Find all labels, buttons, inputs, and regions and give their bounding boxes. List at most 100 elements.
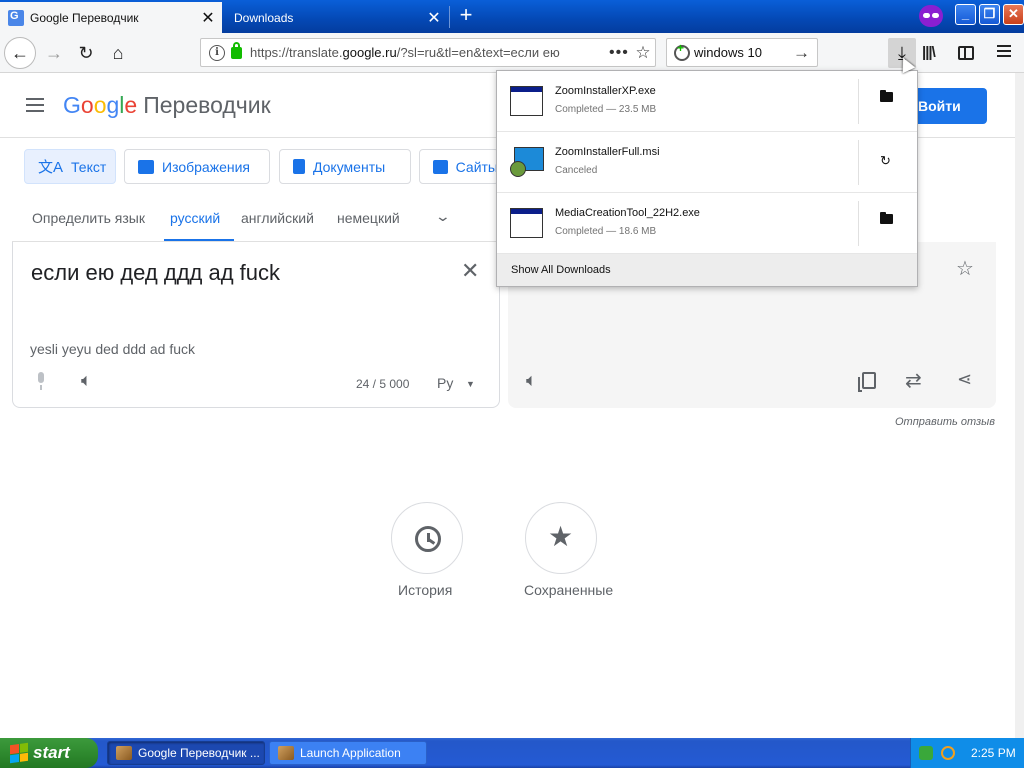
transliteration: yesli yeyu ded ddd ad fuck: [30, 341, 195, 357]
start-button[interactable]: start: [0, 738, 98, 768]
search-tray-icon[interactable]: [941, 746, 955, 760]
new-tab-icon[interactable]: +: [454, 4, 478, 28]
mode-label: Изображения: [162, 158, 250, 175]
star-icon: ★: [548, 521, 574, 552]
title-bar: Google Переводчик ✕ Downloads ✕ + _ ❐ ✕: [0, 0, 1024, 33]
tab-downloads[interactable]: Downloads ✕: [224, 2, 448, 33]
minimize-button[interactable]: _: [955, 4, 976, 25]
divider: [858, 79, 859, 124]
copy-icon[interactable]: [858, 372, 876, 392]
address-bar[interactable]: i https://translate.google.ru/?sl=ru&tl=…: [200, 38, 656, 67]
share-icon[interactable]: ⋖: [957, 369, 972, 390]
navigation-toolbar: ← → ↻ ⌂ i https://translate.google.ru/?s…: [0, 33, 1024, 73]
lang-english-tab[interactable]: английский: [241, 210, 314, 226]
mode-label: Сайты: [455, 158, 498, 175]
app-icon: [278, 746, 294, 760]
page-actions-icon[interactable]: •••: [609, 44, 631, 62]
search-input[interactable]: windows 10: [694, 45, 793, 60]
close-window-button[interactable]: ✕: [1003, 4, 1024, 25]
search-engine-icon[interactable]: [674, 41, 690, 61]
taskbar-item-label: Google Переводчик ...: [138, 746, 260, 760]
google-translate-favicon-icon: [8, 9, 24, 26]
app-icon: [116, 746, 132, 760]
more-languages-chevron-icon[interactable]: ⌄: [435, 208, 451, 225]
library-icon[interactable]: |||\: [922, 44, 936, 61]
url-text[interactable]: https://translate.google.ru/?sl=ru&tl=en…: [250, 45, 609, 60]
system-tray: 2:25 PM: [910, 738, 1024, 768]
input-tools-button[interactable]: Ру: [437, 375, 453, 391]
taskbar: start Google Переводчик ... Launch Appli…: [0, 738, 1024, 768]
char-counter: 24 / 5 000: [356, 377, 410, 391]
speaker-icon[interactable]: 🔈︎: [526, 370, 537, 391]
maximize-button[interactable]: ❐: [979, 4, 1000, 25]
download-item[interactable]: ZoomInstallerFull.msi Canceled ↻: [497, 132, 917, 193]
lang-detect-tab[interactable]: Определить язык: [32, 210, 145, 226]
download-filename: ZoomInstallerXP.exe: [555, 85, 656, 97]
google-translate-logo[interactable]: Google Переводчик: [63, 92, 271, 119]
search-go-arrow-icon[interactable]: →: [793, 43, 817, 63]
windows-flag-icon: [10, 742, 28, 764]
divider: [858, 201, 859, 246]
source-input[interactable]: если ею дед ддд ад fuck: [31, 260, 280, 286]
vertical-scrollbar[interactable]: [1015, 73, 1024, 738]
rate-translation-icon[interactable]: ⇄: [905, 368, 922, 393]
history-button[interactable]: [391, 502, 463, 574]
saved-button[interactable]: ★: [525, 502, 597, 574]
msi-installer-icon: [510, 147, 544, 177]
history-label: История: [398, 582, 453, 598]
back-arrow-icon[interactable]: ←: [4, 37, 36, 69]
sidebar-icon[interactable]: [958, 46, 974, 60]
download-status: Completed — 18.6 MB: [555, 226, 657, 237]
exe-file-icon: [510, 86, 543, 116]
tab-separator: [449, 6, 450, 28]
lang-german-tab[interactable]: немецкий: [337, 210, 400, 226]
close-tab-icon[interactable]: ✕: [198, 8, 218, 28]
open-folder-icon[interactable]: [880, 212, 893, 224]
download-status: Completed — 23.5 MB: [555, 104, 657, 115]
download-item[interactable]: MediaCreationTool_22H2.exe Completed — 1…: [497, 193, 917, 254]
mode-sites-button[interactable]: Сайты: [419, 149, 499, 184]
taskbar-item-firefox[interactable]: Google Переводчик ...: [107, 741, 265, 765]
mode-label: Текст: [71, 158, 107, 175]
download-item[interactable]: ZoomInstallerXP.exe Completed — 23.5 MB: [497, 71, 917, 132]
retry-download-icon[interactable]: ↻: [880, 153, 891, 169]
info-icon[interactable]: i: [209, 44, 225, 61]
download-filename: ZoomInstallerFull.msi: [555, 146, 660, 158]
send-feedback-link[interactable]: Отправить отзыв: [895, 416, 995, 428]
image-icon: [138, 159, 154, 174]
download-filename: MediaCreationTool_22H2.exe: [555, 207, 700, 219]
close-tab-icon[interactable]: ✕: [424, 8, 444, 28]
search-bar[interactable]: windows 10 →: [666, 38, 818, 67]
mode-images-button[interactable]: Изображения: [124, 149, 270, 184]
home-icon[interactable]: ⌂: [102, 37, 134, 69]
tab-google-translate[interactable]: Google Переводчик ✕: [0, 2, 222, 33]
mode-label: Документы: [313, 158, 386, 175]
taskbar-item-launch-application[interactable]: Launch Application: [269, 741, 427, 765]
forward-arrow-icon[interactable]: →: [38, 37, 70, 69]
mode-text-button[interactable]: 文A Текст: [24, 149, 116, 184]
network-icon[interactable]: [919, 746, 933, 760]
source-text-area[interactable]: если ею дед ддд ад fuck ✕ yesli yeyu ded…: [12, 242, 500, 408]
lang-russian-tab[interactable]: русский: [170, 210, 220, 226]
hamburger-menu-icon[interactable]: [997, 45, 1011, 60]
clear-text-icon[interactable]: ✕: [461, 258, 479, 284]
download-status: Canceled: [555, 165, 598, 176]
save-translation-star-icon[interactable]: ☆: [956, 256, 974, 281]
open-folder-icon[interactable]: [880, 90, 893, 102]
saved-label: Сохраненные: [524, 582, 614, 598]
divider: [858, 140, 859, 185]
microphone-icon[interactable]: [35, 372, 47, 390]
clock[interactable]: 2:25 PM: [971, 746, 1016, 760]
reload-icon[interactable]: ↻: [70, 37, 102, 69]
mode-documents-button[interactable]: Документы: [279, 149, 411, 184]
tab-title: Google Переводчик: [30, 10, 139, 25]
input-tools-caret-icon[interactable]: ▼: [466, 379, 475, 389]
speaker-icon[interactable]: 🔈︎: [81, 370, 92, 391]
show-all-downloads-button[interactable]: Show All Downloads: [497, 254, 917, 286]
downloads-panel: ZoomInstallerXP.exe Completed — 23.5 MB …: [496, 70, 918, 287]
start-label: start: [33, 743, 70, 762]
main-menu-icon[interactable]: [26, 98, 44, 116]
translate-icon: 文A: [38, 159, 64, 176]
bookmark-star-icon[interactable]: ☆: [631, 43, 655, 63]
lock-icon[interactable]: [231, 41, 242, 59]
